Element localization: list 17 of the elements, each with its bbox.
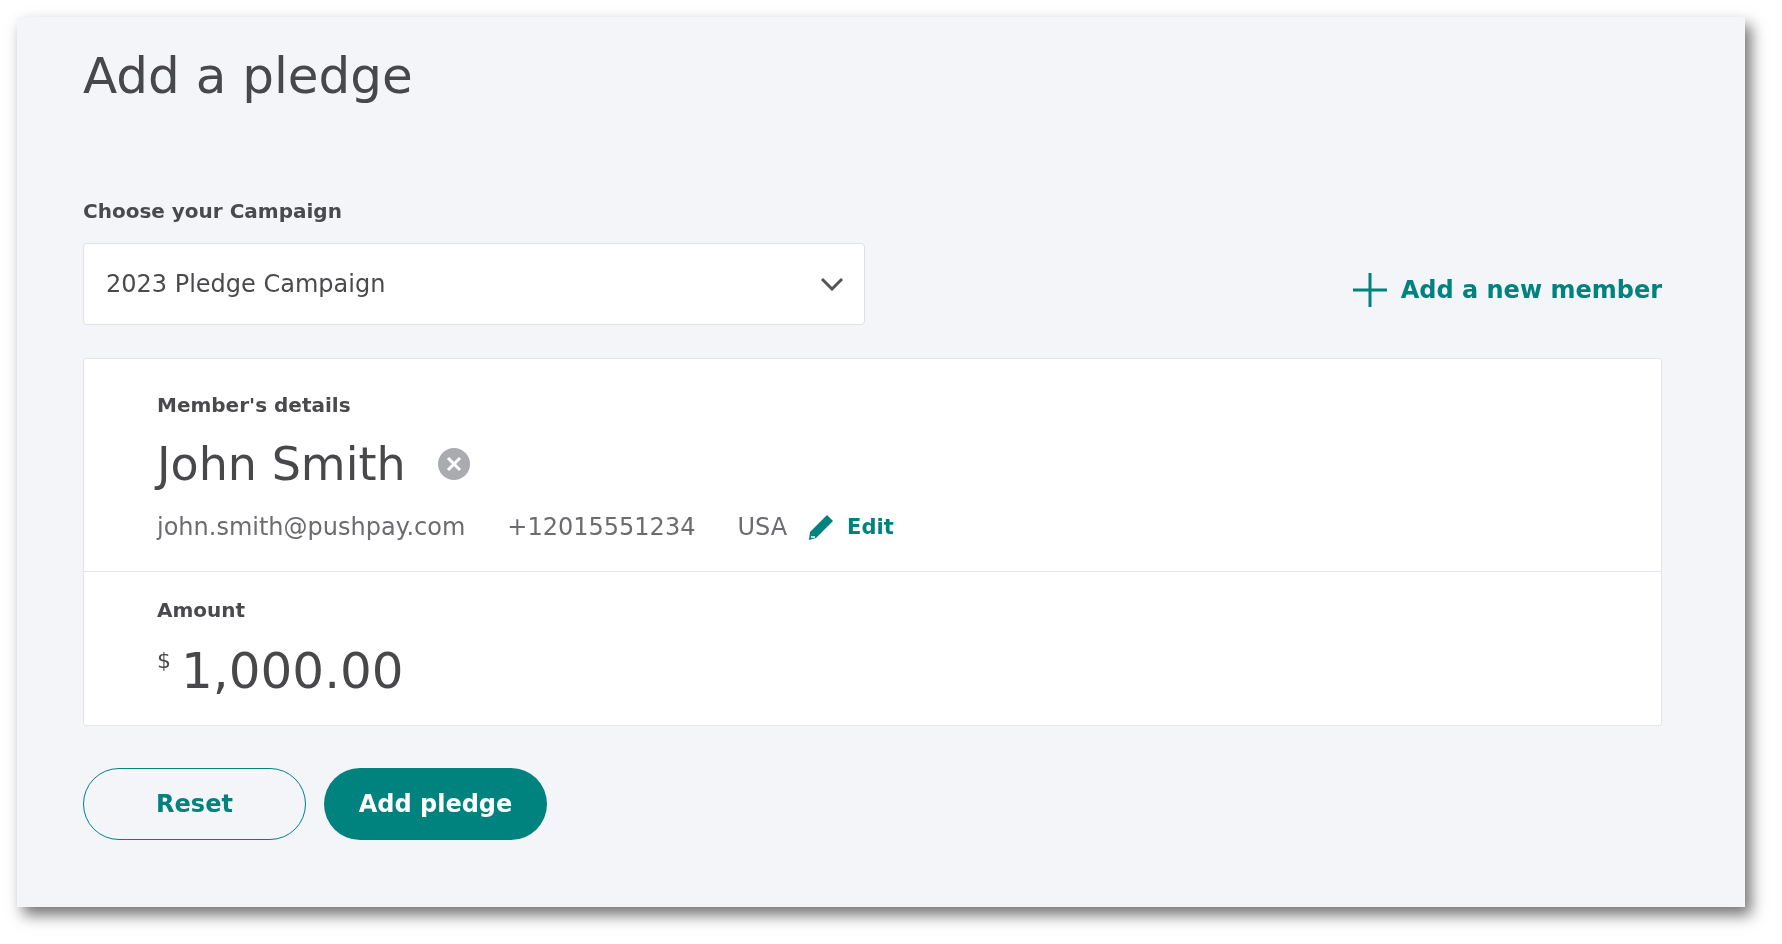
member-email: john.smith@pushpay.com	[157, 513, 466, 541]
member-country: USA	[737, 513, 788, 541]
add-pledge-button[interactable]: Add pledge	[324, 768, 547, 840]
clear-icon[interactable]	[437, 448, 470, 480]
section-label: Member's details	[157, 393, 352, 417]
field-label: Choose your Campaign	[83, 199, 343, 223]
campaign-dropdown[interactable]: 2023 Pledge Campaign	[83, 243, 865, 325]
chevron-down-icon	[820, 277, 844, 291]
section-label: Amount	[157, 598, 247, 622]
page-title: Add a pledge	[83, 46, 414, 107]
add-member-link[interactable]: Add a new member	[1352, 273, 1662, 307]
member-phone: +12015551234	[507, 513, 696, 541]
currency-symbol: $	[157, 648, 171, 673]
pencil-icon	[807, 513, 836, 541]
plus-icon	[1352, 273, 1387, 307]
amount-value: 1,000.00	[181, 644, 404, 699]
edit-link[interactable]: Edit	[807, 513, 894, 541]
